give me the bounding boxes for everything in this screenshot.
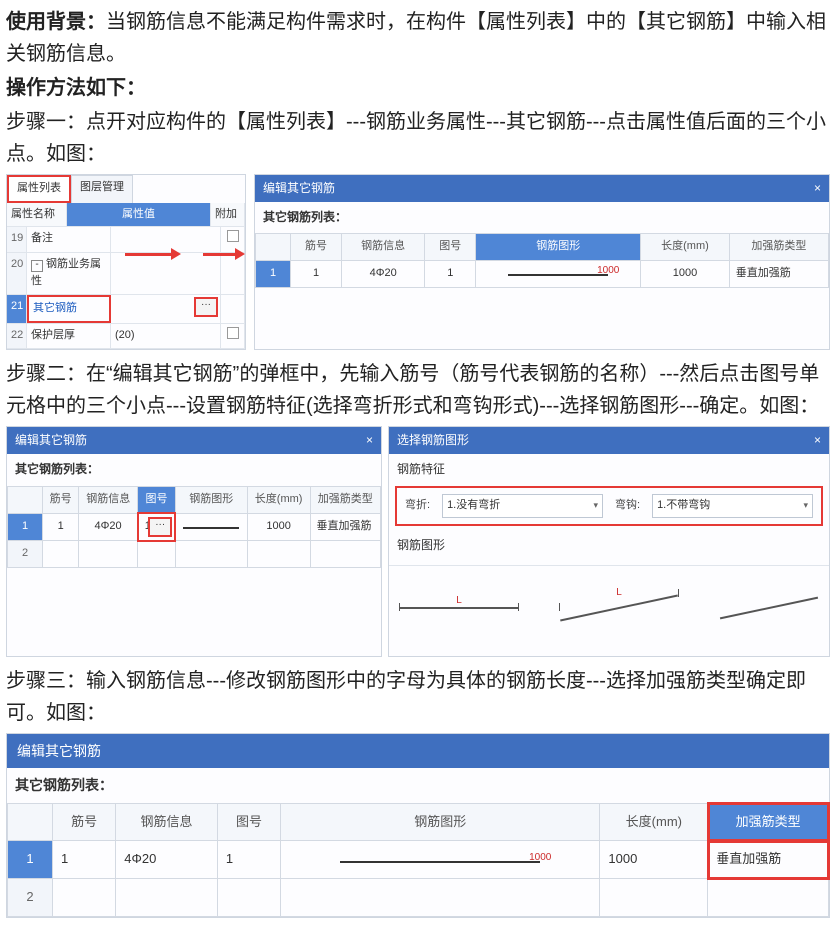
chevron-down-icon: ▾ <box>593 498 598 512</box>
dialog-title: 编辑其它钢筋 <box>17 740 101 762</box>
list-label: 其它钢筋列表： <box>7 768 829 802</box>
col-jh: 筋号 <box>291 234 342 261</box>
dialog-titlebar: 编辑其它钢筋 <box>7 734 829 768</box>
chevron-down-icon: ▾ <box>803 498 808 512</box>
hook-select[interactable]: 1.不带弯钩▾ <box>652 494 813 518</box>
panel-tabs: 属性列表 图层管理 <box>7 175 245 203</box>
property-header: 属性名称 属性值 附加 <box>7 203 245 228</box>
rebar-grid: 筋号 钢筋信息 图号 钢筋图形 长度(mm) 加强筋类型 1 1 4Φ20 1 … <box>7 486 381 568</box>
property-panel: 属性列表 图层管理 属性名称 属性值 附加 19 备注 20 -钢筋业务属性 2… <box>6 174 246 350</box>
annotation-arrow <box>125 253 173 256</box>
shape-option-3[interactable] <box>719 607 819 609</box>
dialog-titlebar: 编辑其它钢筋 × <box>7 427 381 454</box>
method-heading: 操作方法如下： <box>6 72 830 104</box>
prop-row-19: 19 备注 <box>7 227 245 253</box>
checkbox-icon[interactable] <box>227 327 239 339</box>
grid-header: 筋号 钢筋信息 图号 钢筋图形 长度(mm) 加强筋类型 <box>8 803 829 841</box>
prop-row-20: 20 -钢筋业务属性 <box>7 253 245 295</box>
list-label: 其它钢筋列表： <box>255 202 829 233</box>
grid-row-2[interactable]: 2 <box>8 541 381 568</box>
usage-paragraph: 使用背景：当钢筋信息不能满足构件需求时，在构件【属性列表】中的【其它钢筋】中输入… <box>6 6 830 70</box>
feature-section-label: 钢筋特征 <box>389 454 829 485</box>
col-type: 加强筋类型 <box>708 803 829 841</box>
shape-gallery: L L <box>389 565 829 656</box>
rebar-grid: 筋号 钢筋信息 图号 钢筋图形 长度(mm) 加强筋类型 1 1 4Φ20 1 … <box>255 233 829 287</box>
grid-header: 筋号 钢筋信息 图号 钢筋图形 长度(mm) 加强筋类型 <box>256 234 829 261</box>
close-icon[interactable]: × <box>814 431 821 450</box>
usage-body: 当钢筋信息不能满足构件需求时，在构件【属性列表】中的【其它钢筋】中输入相关钢筋信… <box>6 11 826 65</box>
figure-1: 属性列表 图层管理 属性名称 属性值 附加 19 备注 20 -钢筋业务属性 2… <box>6 174 830 350</box>
ellipsis-button[interactable]: ··· <box>194 297 218 317</box>
edit-other-rebar-dialog: 编辑其它钢筋 其它钢筋列表： 筋号 钢筋信息 图号 钢筋图形 长度(mm) 加强… <box>6 733 830 918</box>
tab-layer-manage[interactable]: 图层管理 <box>71 175 133 203</box>
prop-row-21-other-rebar[interactable]: 21 其它钢筋 ··· <box>7 295 245 324</box>
grid-row-1[interactable]: 1 1 4Φ20 1 1000 1000 垂直加强筋 <box>8 841 829 879</box>
figure-2: 编辑其它钢筋 × 其它钢筋列表： 筋号 钢筋信息 图号 钢筋图形 长度(mm) … <box>6 426 830 657</box>
close-icon[interactable]: × <box>814 179 821 198</box>
collapse-icon[interactable]: - <box>31 260 43 272</box>
step2-text: 步骤二：在“编辑其它钢筋”的弹框中，先输入筋号（筋号代表钢筋的名称）---然后点… <box>6 358 830 422</box>
list-label: 其它钢筋列表： <box>7 454 381 485</box>
figure-3: 编辑其它钢筋 其它钢筋列表： 筋号 钢筋信息 图号 钢筋图形 长度(mm) 加强… <box>6 733 830 918</box>
col-attach: 附加 <box>211 203 245 227</box>
grid-header: 筋号 钢筋信息 图号 钢筋图形 长度(mm) 加强筋类型 <box>8 486 381 513</box>
col-info: 钢筋信息 <box>342 234 425 261</box>
feature-selectors: 弯折: 1.没有弯折▾ 弯钩: 1.不带弯钩▾ <box>395 486 823 526</box>
col-type: 加强筋类型 <box>729 234 828 261</box>
shape-cell[interactable] <box>175 513 247 541</box>
edit-other-rebar-dialog: 编辑其它钢筋 × 其它钢筋列表： 筋号 钢筋信息 图号 钢筋图形 长度(mm) … <box>254 174 830 350</box>
tab-attribute-list[interactable]: 属性列表 <box>7 175 71 203</box>
shape-section-label: 钢筋图形 <box>389 530 829 561</box>
type-cell[interactable]: 垂直加强筋 <box>708 841 829 879</box>
dialog-title: 选择钢筋图形 <box>397 431 469 450</box>
grid-row-2[interactable]: 2 <box>8 879 829 917</box>
rebar-grid: 筋号 钢筋信息 图号 钢筋图形 长度(mm) 加强筋类型 1 1 4Φ20 1 … <box>7 803 829 917</box>
dialog-titlebar: 选择钢筋图形 × <box>389 427 829 454</box>
hook-label: 弯钩: <box>615 497 640 515</box>
col-name: 属性名称 <box>7 203 67 227</box>
col-value: 属性值 <box>67 203 211 227</box>
grid-row-1[interactable]: 1 1 4Φ20 1 ··· 1000 垂直加强筋 <box>8 513 381 541</box>
shape-cell[interactable]: 1000 <box>476 260 641 287</box>
checkbox-icon[interactable] <box>227 230 239 242</box>
shape-option-2[interactable]: L <box>559 607 679 609</box>
dialog-title: 编辑其它钢筋 <box>263 179 335 198</box>
grid-row-1[interactable]: 1 1 4Φ20 1 1000 1000 垂直加强筋 <box>256 260 829 287</box>
dialog-title: 编辑其它钢筋 <box>15 431 87 450</box>
col-shape: 钢筋图形 <box>476 234 641 261</box>
th-cell[interactable]: 1 ··· <box>138 513 175 541</box>
bend-select[interactable]: 1.没有弯折▾ <box>442 494 603 518</box>
col-th: 图号 <box>425 234 476 261</box>
bend-label: 弯折: <box>405 497 430 515</box>
prop-row-22: 22 保护层厚 (20) <box>7 324 245 350</box>
select-shape-dialog: 选择钢筋图形 × 钢筋特征 弯折: 1.没有弯折▾ 弯钩: 1.不带弯钩▾ 钢筋… <box>388 426 830 657</box>
shape-option-1[interactable]: L <box>399 607 519 609</box>
col-len: 长度(mm) <box>641 234 730 261</box>
ellipsis-button[interactable]: ··· <box>148 517 172 537</box>
usage-label: 使用背景： <box>6 11 106 33</box>
annotation-arrow <box>203 253 237 256</box>
step1-text: 步骤一：点开对应构件的【属性列表】---钢筋业务属性---其它钢筋---点击属性… <box>6 106 830 170</box>
dialog-titlebar: 编辑其它钢筋 × <box>255 175 829 202</box>
step3-text: 步骤三：输入钢筋信息---修改钢筋图形中的字母为具体的钢筋长度---选择加强筋类… <box>6 665 830 729</box>
shape-cell[interactable]: 1000 <box>281 841 600 879</box>
edit-other-rebar-dialog: 编辑其它钢筋 × 其它钢筋列表： 筋号 钢筋信息 图号 钢筋图形 长度(mm) … <box>6 426 382 657</box>
close-icon[interactable]: × <box>366 431 373 450</box>
